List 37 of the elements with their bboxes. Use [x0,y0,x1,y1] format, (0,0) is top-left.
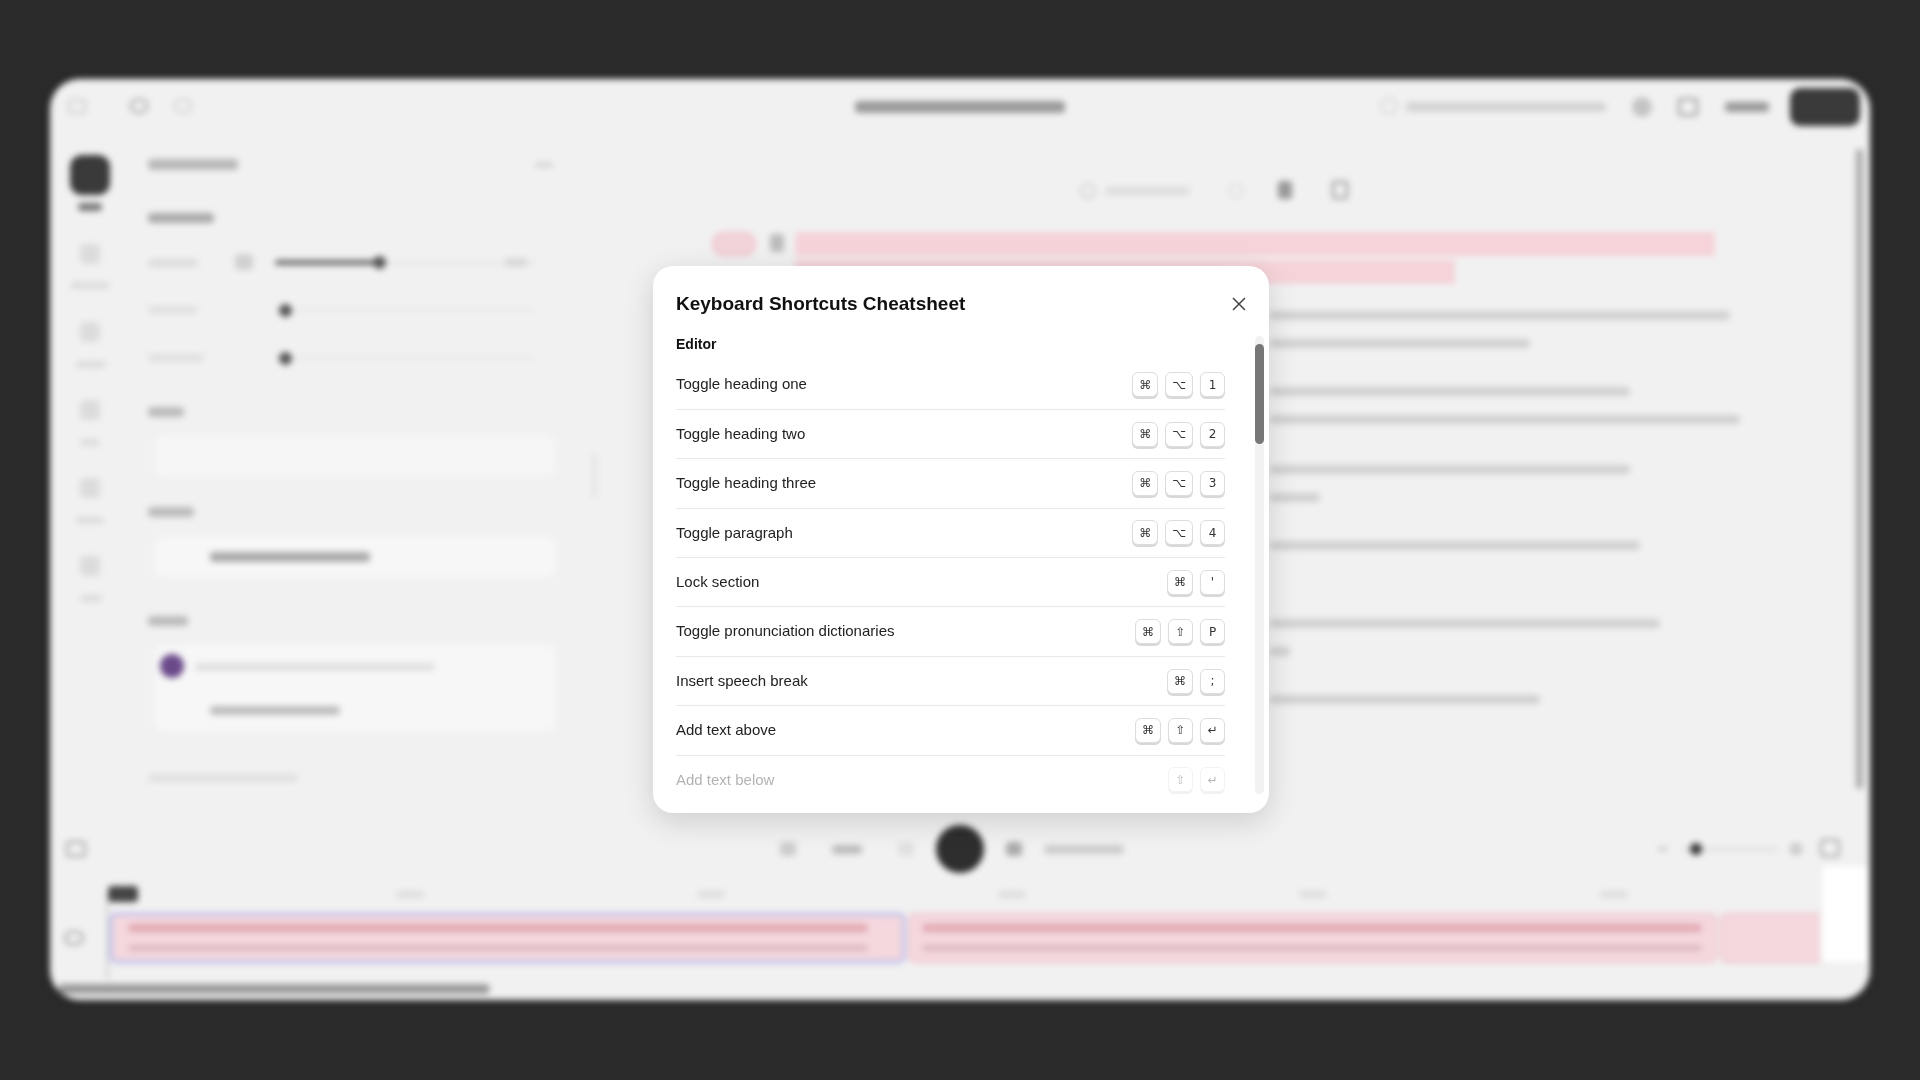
key-cap: ⌥ [1165,421,1193,447]
key-cap: ; [1200,668,1225,694]
key-cap: ⌥ [1165,372,1193,398]
key-cap: ↵ [1200,767,1225,793]
key-cap: ↵ [1200,717,1225,743]
shortcut-label: Toggle heading one [676,374,808,395]
key-cap: ⌘ [1135,619,1161,645]
shortcut-label: Toggle pronunciation dictionaries [676,621,896,642]
key-cap: ⌘ [1167,668,1193,694]
key-cap: 4 [1200,520,1225,546]
shortcut-label: Add text below [676,769,776,790]
shortcut-label: Insert speech break [676,670,809,691]
close-icon [1232,297,1246,312]
key-cap: P [1200,619,1225,645]
shortcut-label: Add text above [676,720,778,741]
key-cap: ' [1200,569,1225,595]
key-cap: ⌘ [1167,569,1193,595]
key-cap: ⌘ [1132,421,1159,447]
section-heading: Editor [675,334,718,354]
key-cap: ⌥ [1165,470,1193,496]
key-cap: ⇧ [1168,619,1193,645]
key-cap: 1 [1200,372,1225,398]
dialog-title: Keyboard Shortcuts Cheatsheet [676,292,966,316]
shortcut-label: Toggle paragraph [676,522,794,543]
shortcut-label: Toggle heading three [676,473,818,494]
key-cap: ⇧ [1168,717,1193,743]
key-cap: ⌘ [1135,717,1161,743]
key-cap: ⌘ [1132,470,1159,496]
key-cap: ⌘ [1132,520,1159,546]
key-cap: 3 [1200,470,1225,496]
shortcut-label: Lock section [676,572,761,592]
key-cap: ⌥ [1165,520,1193,546]
scrollbar-thumb[interactable] [1255,344,1264,444]
key-cap: ⇧ [1168,767,1193,793]
key-cap: ⌘ [1132,372,1159,398]
shortcut-label: Toggle heading two [676,423,807,444]
key-cap: 2 [1200,421,1225,447]
